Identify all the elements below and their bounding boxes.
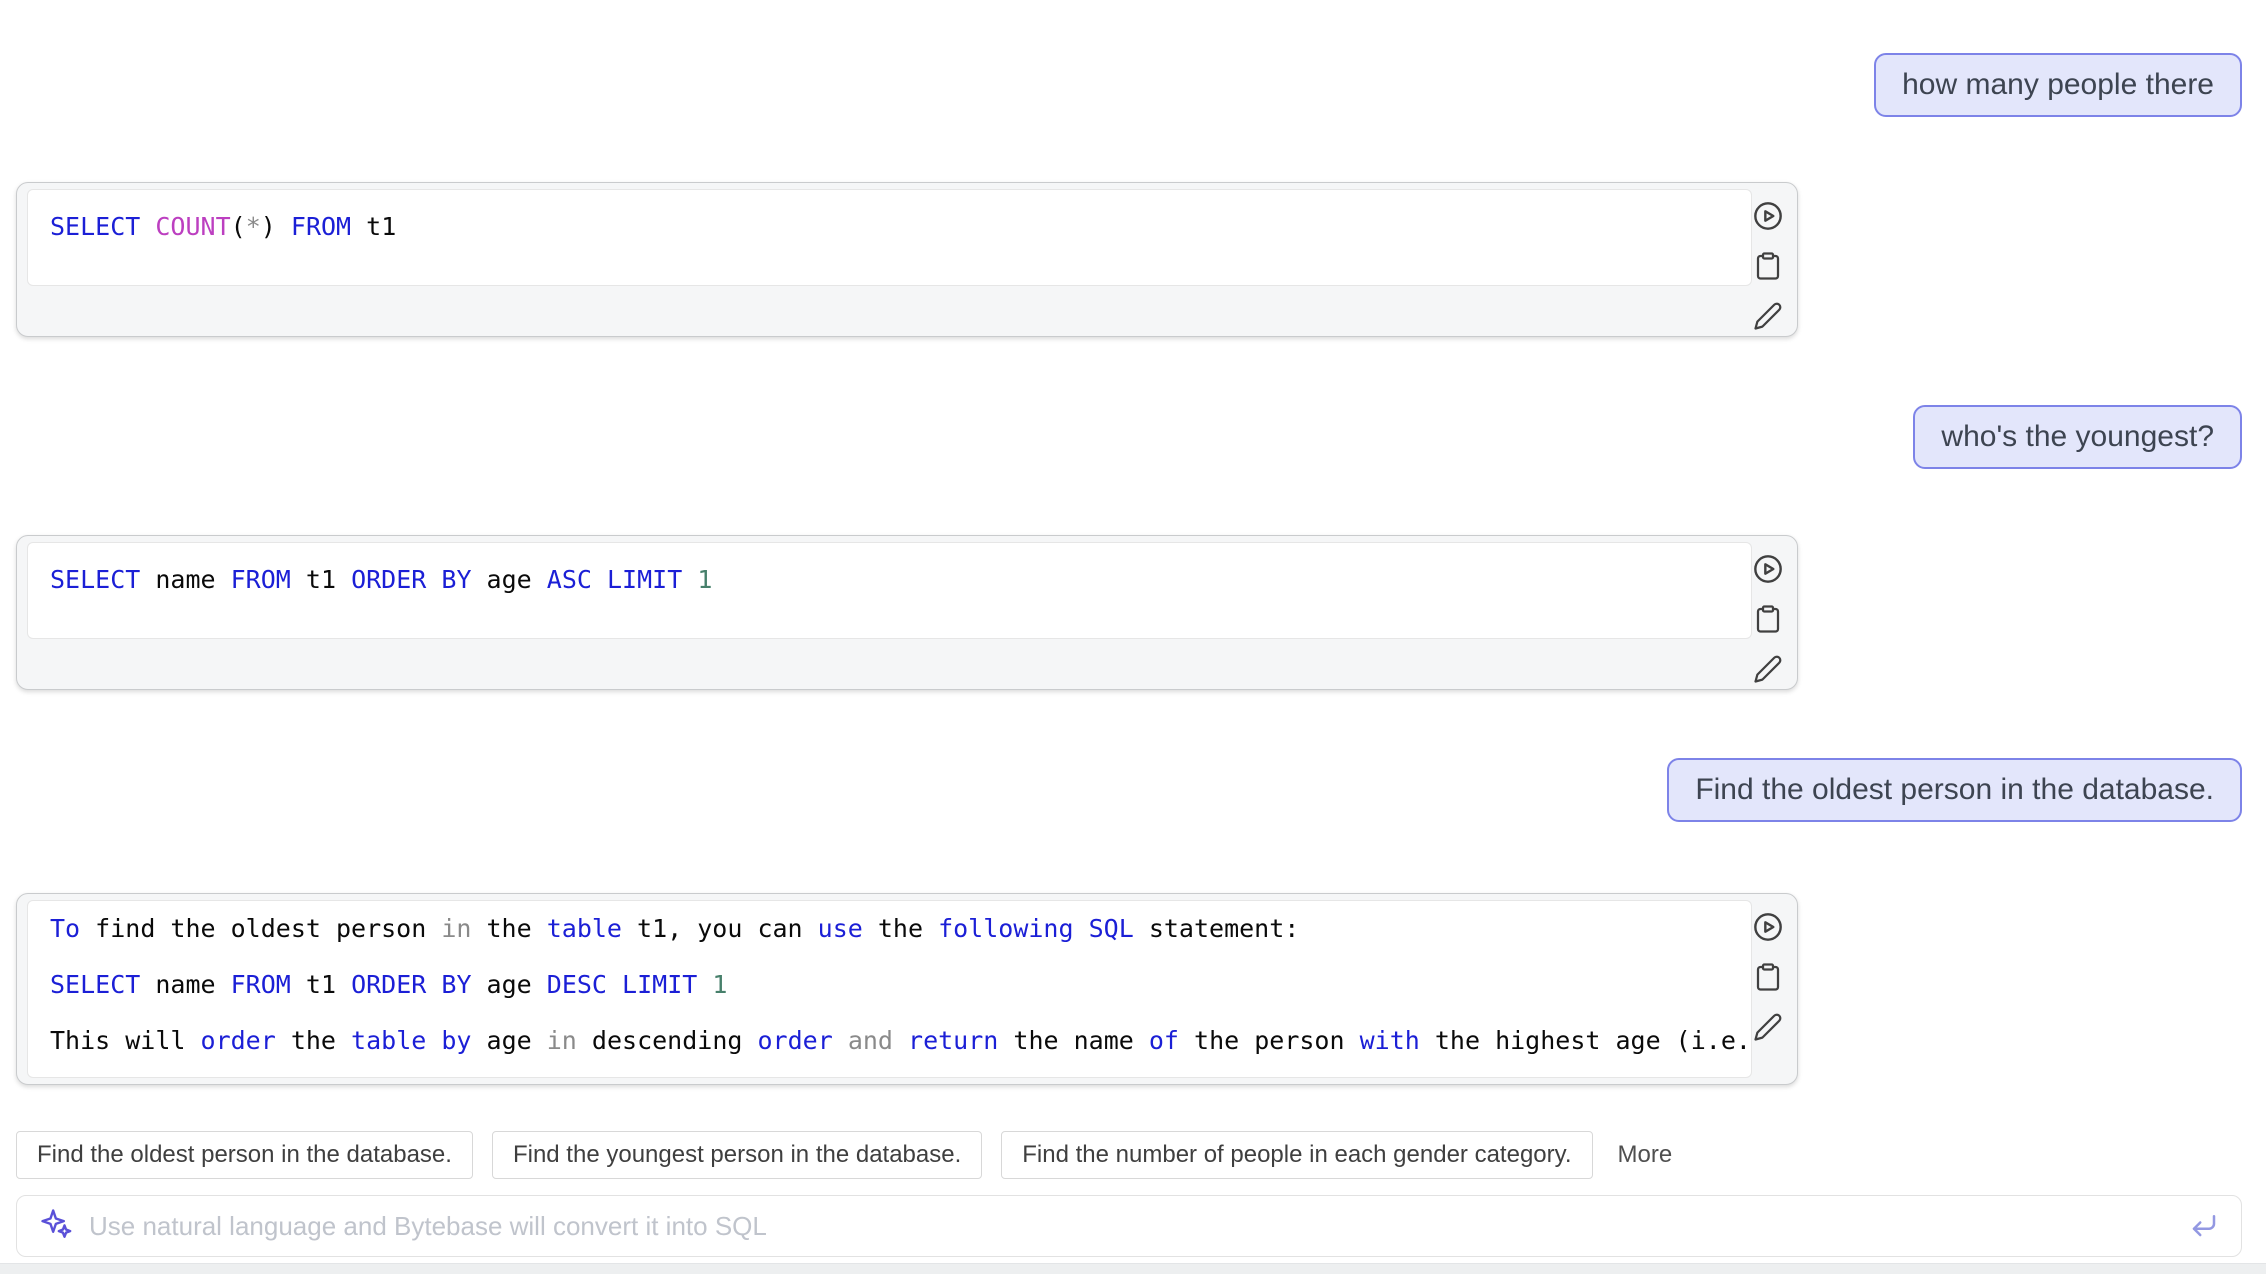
pencil-icon	[1753, 1012, 1783, 1045]
sql-code-area: To find the oldest person in the table t…	[27, 900, 1752, 1078]
copy-sql-button[interactable]	[1750, 249, 1786, 285]
sql-explanation-line: To find the oldest person in the table t…	[50, 914, 1729, 944]
sql-code-area: SELECT name FROM t1 ORDER BY age ASC LIM…	[27, 542, 1752, 639]
submit-query-button[interactable]	[2189, 1210, 2219, 1243]
sql-response-card: To find the oldest person in the table t…	[16, 893, 1798, 1085]
run-sql-button[interactable]	[1750, 552, 1786, 588]
run-icon	[1752, 553, 1784, 588]
sql-code-line: SELECT name FROM t1 ORDER BY age DESC LI…	[50, 970, 1729, 1000]
natural-language-input[interactable]	[87, 1210, 2175, 1243]
run-sql-button[interactable]	[1750, 199, 1786, 235]
more-suggestions-link[interactable]: More	[1618, 1141, 1673, 1169]
pencil-icon	[1753, 654, 1783, 687]
response-action-bar	[1745, 552, 1791, 688]
pencil-icon	[1753, 301, 1783, 334]
sql-response-card: SELECT name FROM t1 ORDER BY age ASC LIM…	[16, 535, 1798, 690]
user-message-text: how many people there	[1902, 68, 2214, 101]
suggestion-chip[interactable]: Find the oldest person in the database.	[16, 1131, 473, 1179]
run-icon	[1752, 911, 1784, 946]
edit-sql-button[interactable]	[1750, 299, 1786, 335]
sql-code-area: SELECT COUNT(*) FROM t1	[27, 189, 1752, 286]
nl-to-sql-composer	[16, 1195, 2242, 1257]
copy-sql-button[interactable]	[1750, 960, 1786, 996]
clipboard-icon	[1753, 251, 1783, 284]
clipboard-icon	[1753, 604, 1783, 637]
clipboard-icon	[1753, 962, 1783, 995]
suggestion-chip[interactable]: Find the youngest person in the database…	[492, 1131, 982, 1179]
return-icon	[2189, 1210, 2219, 1243]
user-message-bubble: how many people there	[1874, 53, 2242, 117]
user-message-bubble: Find the oldest person in the database.	[1667, 758, 2242, 822]
copy-sql-button[interactable]	[1750, 602, 1786, 638]
sql-code-line: SELECT COUNT(*) FROM t1	[50, 212, 1729, 242]
user-message-text: Find the oldest person in the database.	[1695, 773, 2214, 806]
suggestion-chip-row: Find the oldest person in the database. …	[16, 1131, 1672, 1179]
response-action-bar	[1745, 910, 1791, 1046]
edit-sql-button[interactable]	[1750, 652, 1786, 688]
sparkle-icon	[39, 1207, 73, 1246]
user-message-text: who's the youngest?	[1941, 420, 2214, 453]
edit-sql-button[interactable]	[1750, 1010, 1786, 1046]
sql-code-line: SELECT name FROM t1 ORDER BY age ASC LIM…	[50, 565, 1729, 595]
response-action-bar	[1745, 199, 1791, 335]
sql-explanation-line: This will order the table by age in desc…	[50, 1026, 1729, 1056]
sql-response-card: SELECT COUNT(*) FROM t1	[16, 182, 1798, 337]
run-sql-button[interactable]	[1750, 910, 1786, 946]
user-message-bubble: who's the youngest?	[1913, 405, 2242, 469]
run-icon	[1752, 200, 1784, 235]
suggestion-chip[interactable]: Find the number of people in each gender…	[1001, 1131, 1592, 1179]
bottom-divider-strip	[0, 1263, 2266, 1274]
